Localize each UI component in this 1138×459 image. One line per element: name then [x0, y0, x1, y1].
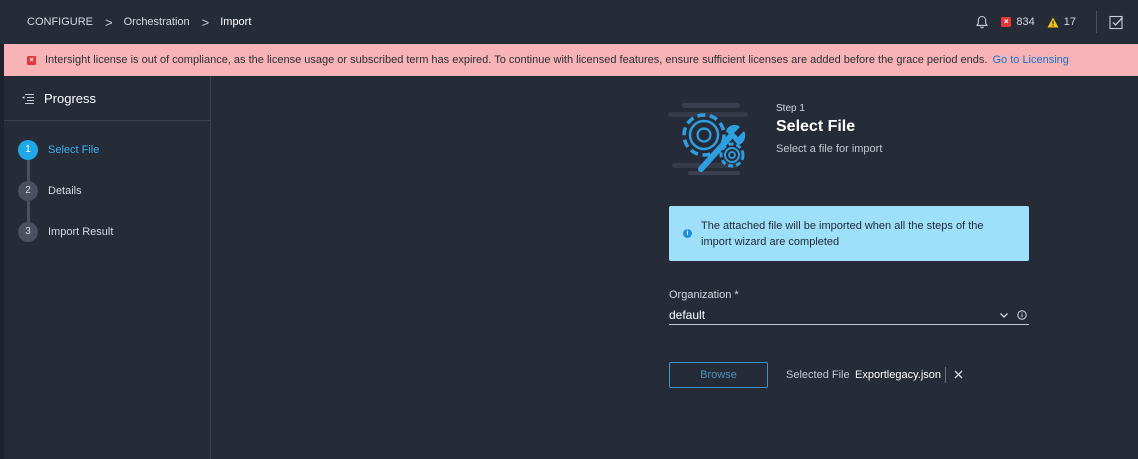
- info-icon: i: [683, 229, 692, 238]
- step-indicator: Step 1: [776, 103, 805, 114]
- settings-gear-wrench-icon: [668, 103, 748, 175]
- list-collapse-icon[interactable]: [22, 93, 34, 104]
- organization-value: default: [669, 307, 706, 322]
- organization-select[interactable]: default: [669, 305, 1029, 325]
- breadcrumb-orchestration[interactable]: Orchestration: [124, 16, 190, 28]
- warning-alert-count: 17: [1063, 16, 1076, 28]
- top-header: CONFIGURE > Orchestration > Import × 834…: [0, 0, 1138, 44]
- progress-header: Progress: [4, 76, 210, 121]
- go-to-licensing-link[interactable]: Go to Licensing: [992, 54, 1068, 66]
- progress-sidebar: Progress 1 Select File 2 Details 3 Impor…: [4, 76, 211, 459]
- wizard-step-details[interactable]: 2 Details: [4, 180, 210, 201]
- warning-alert-icon: [1047, 17, 1059, 27]
- wizard-step-select-file[interactable]: 1 Select File: [4, 139, 210, 160]
- progress-title: Progress: [44, 90, 97, 106]
- info-message-line: The attached file will be imported when …: [701, 219, 984, 232]
- header-actions: × 834 17: [975, 0, 1138, 44]
- selected-file-name: Exportlegacy.json: [855, 369, 942, 381]
- info-circle-icon[interactable]: [1017, 309, 1027, 320]
- info-message: The attached file will be imported when …: [701, 218, 984, 250]
- chevron-down-icon[interactable]: [999, 310, 1009, 320]
- main-content: Step 1 Select File Select a file for imp…: [212, 76, 1138, 459]
- banner-message: Intersight license is out of compliance,…: [45, 54, 988, 66]
- tasks-icon[interactable]: [1109, 15, 1124, 30]
- breadcrumb-separator: >: [201, 14, 210, 30]
- breadcrumb-configure[interactable]: CONFIGURE: [27, 16, 93, 28]
- selected-file-divider: [945, 367, 946, 383]
- critical-alerts[interactable]: × 834: [1001, 16, 1035, 28]
- breadcrumb-separator: >: [105, 14, 113, 30]
- step-number-badge: 3: [18, 221, 38, 242]
- close-icon[interactable]: [954, 370, 963, 379]
- step-connector: [27, 201, 30, 222]
- step-label: Import Result: [48, 225, 114, 238]
- info-message-line: import wizard are completed: [701, 235, 840, 248]
- error-icon: ×: [27, 55, 36, 65]
- step-number-badge: 1: [18, 139, 38, 160]
- bell-icon[interactable]: [975, 15, 989, 29]
- info-alert: i The attached file will be imported whe…: [669, 206, 1029, 261]
- breadcrumb-import: Import: [220, 16, 252, 28]
- header-divider: [1096, 11, 1097, 33]
- warning-alerts[interactable]: 17: [1047, 16, 1076, 28]
- page-title: Select File: [776, 118, 856, 135]
- step-connector: [27, 160, 30, 181]
- organization-label: Organization *: [669, 289, 739, 301]
- step-label: Details: [48, 184, 82, 197]
- breadcrumb: CONFIGURE > Orchestration > Import: [27, 14, 252, 30]
- wizard-steps: 1 Select File 2 Details 3 Import Result: [4, 121, 210, 242]
- critical-alert-icon: ×: [1001, 17, 1012, 27]
- license-banner: × Intersight license is out of complianc…: [4, 44, 1138, 76]
- step-label: Select File: [48, 143, 100, 156]
- step-number-badge: 2: [18, 180, 38, 201]
- critical-alert-count: 834: [1016, 16, 1035, 28]
- browse-button[interactable]: Browse: [669, 362, 768, 388]
- page-subtitle: Select a file for import: [776, 143, 883, 155]
- selected-file-label: Selected File: [786, 369, 850, 381]
- wizard-step-import-result[interactable]: 3 Import Result: [4, 221, 210, 242]
